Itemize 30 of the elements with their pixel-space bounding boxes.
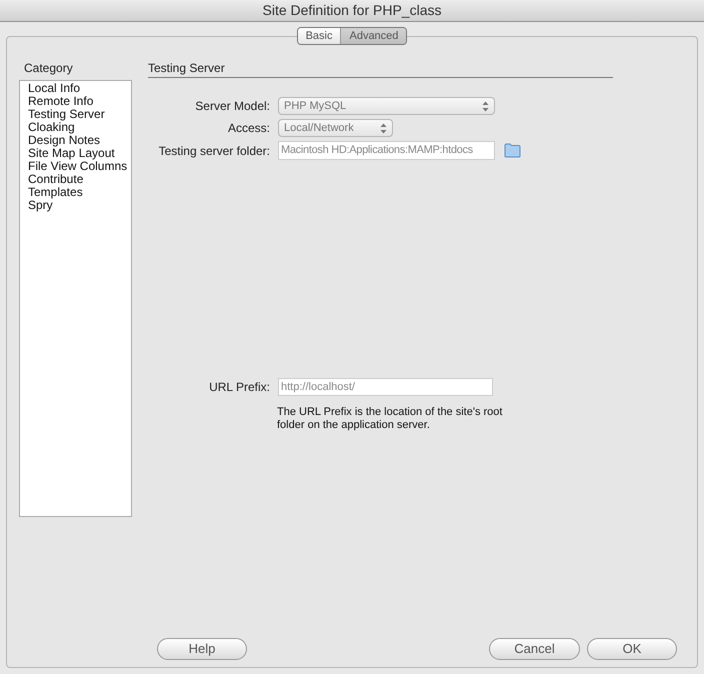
- field-label: URL Prefix:: [208, 379, 271, 396]
- category-item[interactable]: Site Map Layout: [20, 147, 131, 160]
- category-item[interactable]: Testing Server: [20, 108, 131, 121]
- field-label: Access:: [226, 120, 271, 137]
- stepper-icon: [380, 122, 387, 134]
- server-model-dropdown[interactable]: PHP MySQL: [278, 97, 495, 115]
- url-prefix-description: The URL Prefix is the location of the site's root folder on the application server.: [277, 406, 504, 432]
- stepper-icon: [482, 100, 489, 112]
- category-heading: Category: [24, 61, 74, 75]
- category-item[interactable]: Cloaking: [20, 121, 131, 134]
- tab[interactable]: Basic: [298, 28, 340, 44]
- section-title: Testing Server: [148, 61, 226, 75]
- field-label: Server Model:: [194, 98, 271, 115]
- access-dropdown[interactable]: Local/Network: [278, 119, 393, 137]
- category-item[interactable]: File View Columns: [20, 160, 131, 173]
- ok-button[interactable]: OK: [587, 638, 677, 660]
- category-item[interactable]: Design Notes: [20, 134, 131, 147]
- category-item[interactable]: Spry: [20, 199, 131, 212]
- cancel-button[interactable]: Cancel: [489, 638, 580, 660]
- folder-field[interactable]: Macintosh HD:Applications:MAMP:htdocs: [278, 141, 495, 160]
- category-item[interactable]: Contribute: [20, 173, 131, 186]
- category-item[interactable]: Local Info: [20, 82, 131, 95]
- tab[interactable]: Advanced: [340, 28, 406, 44]
- folder-icon[interactable]: [504, 143, 521, 158]
- help-button[interactable]: Help: [157, 638, 247, 660]
- category-item[interactable]: Templates: [20, 186, 131, 199]
- field-label: Testing server folder:: [158, 142, 271, 160]
- category-item[interactable]: Remote Info: [20, 95, 131, 108]
- window-title: Site Definition for PHP_class: [262, 1, 442, 20]
- url-prefix-field[interactable]: http://localhost/: [278, 378, 493, 396]
